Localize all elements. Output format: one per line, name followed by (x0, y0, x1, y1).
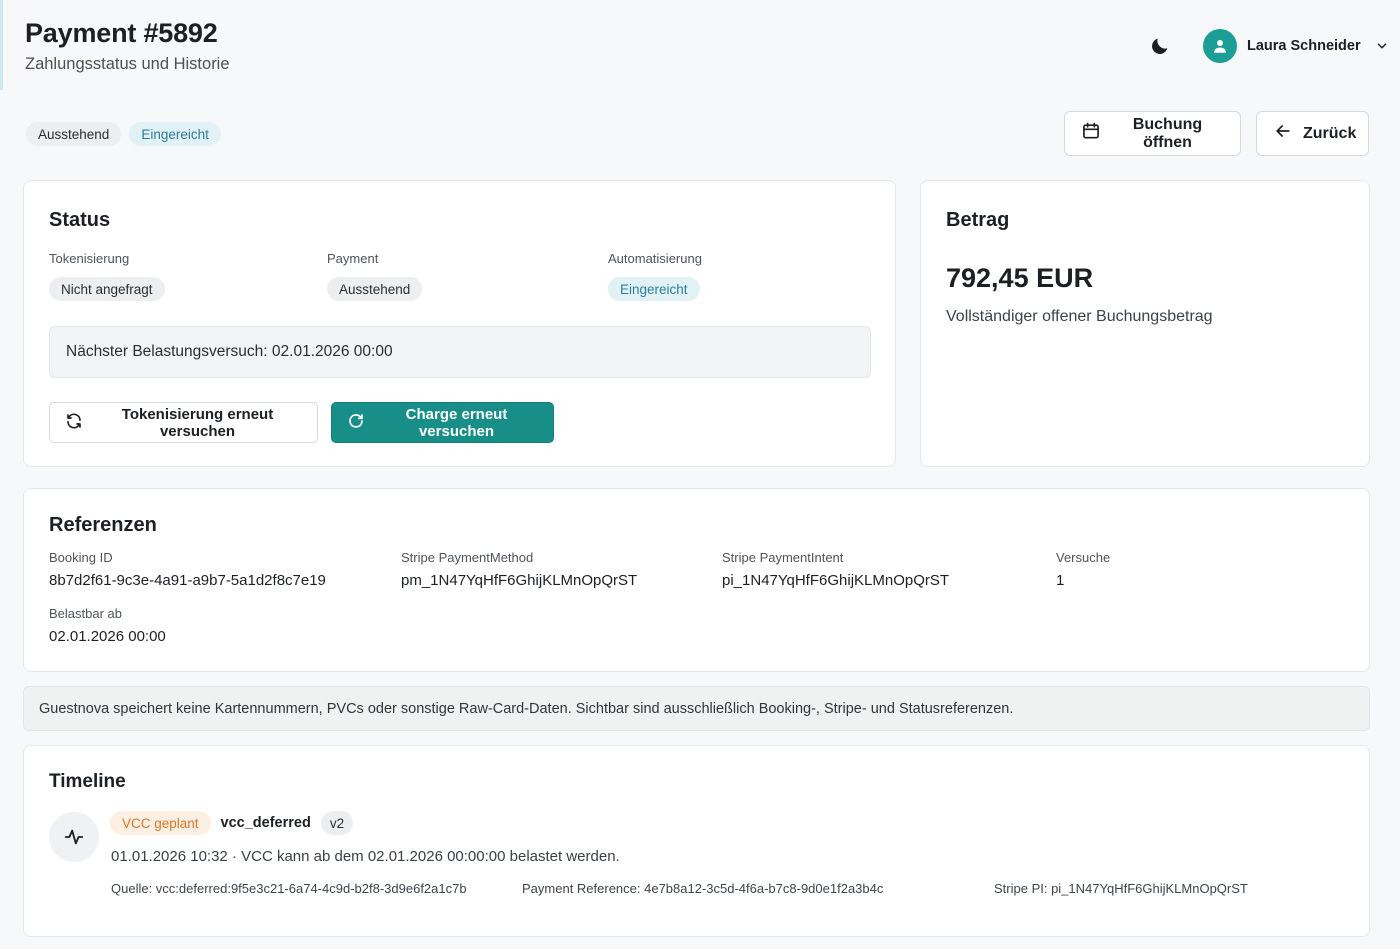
refresh-icon (347, 412, 365, 434)
amount-description: Vollständiger offener Buchungsbetrag (946, 308, 1213, 325)
chargeable-from-value: 02.01.2026 00:00 (49, 628, 166, 645)
timeline-version-badge: v2 (320, 811, 354, 835)
chargeable-from-label: Belastbar ab (49, 606, 122, 621)
status-title: Status (49, 209, 111, 231)
retry-tokenization-button[interactable]: Tokenisierung erneut versuchen (49, 402, 318, 443)
timeline-card: Timeline VCC geplant vcc_deferred v2 01.… (23, 745, 1370, 937)
amount-card: Betrag 792,45 EUR Vollständiger offener … (920, 180, 1370, 467)
timeline-entry-text: 01.01.2026 10:32 · VCC kann ab dem 02.01… (111, 848, 620, 865)
edge-accent (0, 0, 3, 90)
arrow-left-icon (1273, 121, 1293, 146)
booking-id-value: 8b7d2f61-9c3e-4a91-a9b7-5a1d2f8c7e19 (49, 572, 326, 589)
attempts-label: Versuche (1056, 550, 1111, 565)
user-menu[interactable]: Laura Schneider (1203, 28, 1389, 64)
amount-value: 792,45 EUR (946, 263, 1094, 293)
timeline-title: Timeline (49, 771, 126, 792)
references-card: Referenzen Booking ID 8b7d2f61-9c3e-4a91… (23, 488, 1370, 672)
tokenization-label: Tokenisierung (49, 251, 130, 266)
automation-badge: Eingereicht (608, 277, 700, 301)
retry-charge-button[interactable]: Charge erneut versuchen (331, 402, 554, 443)
automation-label: Automatisierung (608, 251, 702, 266)
timeline-source: Quelle: vcc:deferred:9f5e3c21-6a74-4c9d-… (111, 881, 467, 896)
payment-badge: Ausstehend (327, 277, 423, 301)
timeline-type-badge: VCC geplant (110, 811, 211, 835)
timeline-entry-header: VCC geplant vcc_deferred v2 (110, 811, 354, 835)
page-subtitle: Zahlungsstatus und Historie (25, 55, 230, 73)
payment-intent-value: pi_1N47YqHfF6GhijKLMnOpQrST (722, 572, 950, 589)
open-booking-label: Buchung öffnen (1132, 115, 1203, 151)
references-title: Referenzen (49, 514, 157, 536)
booking-id-label: Booking ID (49, 550, 113, 565)
timeline-event-name: vcc_deferred (220, 815, 311, 831)
timeline-payment-reference: Payment Reference: 4e7b8a12-3c5d-4f6a-b7… (522, 881, 884, 896)
chevron-down-icon (1375, 39, 1389, 53)
page-title: Payment #5892 (25, 18, 218, 48)
payment-status-badge: Ausstehend (26, 122, 122, 146)
calendar-icon (1081, 121, 1101, 146)
automation-status-badge: Eingereicht (129, 122, 221, 146)
security-notice: Guestnova speichert keine Kartennummern,… (23, 686, 1370, 731)
user-icon (1203, 29, 1237, 63)
back-label: Zurück (1303, 124, 1357, 142)
retry-charge-label: Charge erneut versuchen (405, 405, 508, 440)
status-card: Status Tokenisierung Nicht angefragt Pay… (23, 180, 896, 467)
tokenization-badge: Nicht angefragt (49, 277, 165, 301)
payment-method-label: Stripe PaymentMethod (401, 550, 534, 565)
moon-icon[interactable] (1149, 35, 1171, 57)
payment-method-value: pm_1N47YqHfF6GhijKLMnOpQrST (401, 572, 638, 589)
amount-title: Betrag (946, 209, 1010, 231)
status-badges: Ausstehend Eingereicht (26, 122, 221, 146)
retry-tokenization-label: Tokenisierung erneut versuchen (121, 405, 274, 440)
activity-icon (49, 812, 99, 862)
user-name: Laura Schneider (1247, 38, 1361, 54)
payment-label: Payment (327, 251, 379, 266)
payment-intent-label: Stripe PaymentIntent (722, 550, 844, 565)
timeline-stripe-pi: Stripe PI: pi_1N47YqHfF6GhijKLMnOpQrST (994, 881, 1248, 896)
refresh-icon (65, 412, 83, 434)
open-booking-button[interactable]: Buchung öffnen (1064, 111, 1241, 156)
next-attempt-info: Nächster Belastungsversuch: 02.01.2026 0… (49, 326, 871, 378)
attempts-value: 1 (1056, 572, 1065, 589)
back-button[interactable]: Zurück (1256, 111, 1369, 156)
